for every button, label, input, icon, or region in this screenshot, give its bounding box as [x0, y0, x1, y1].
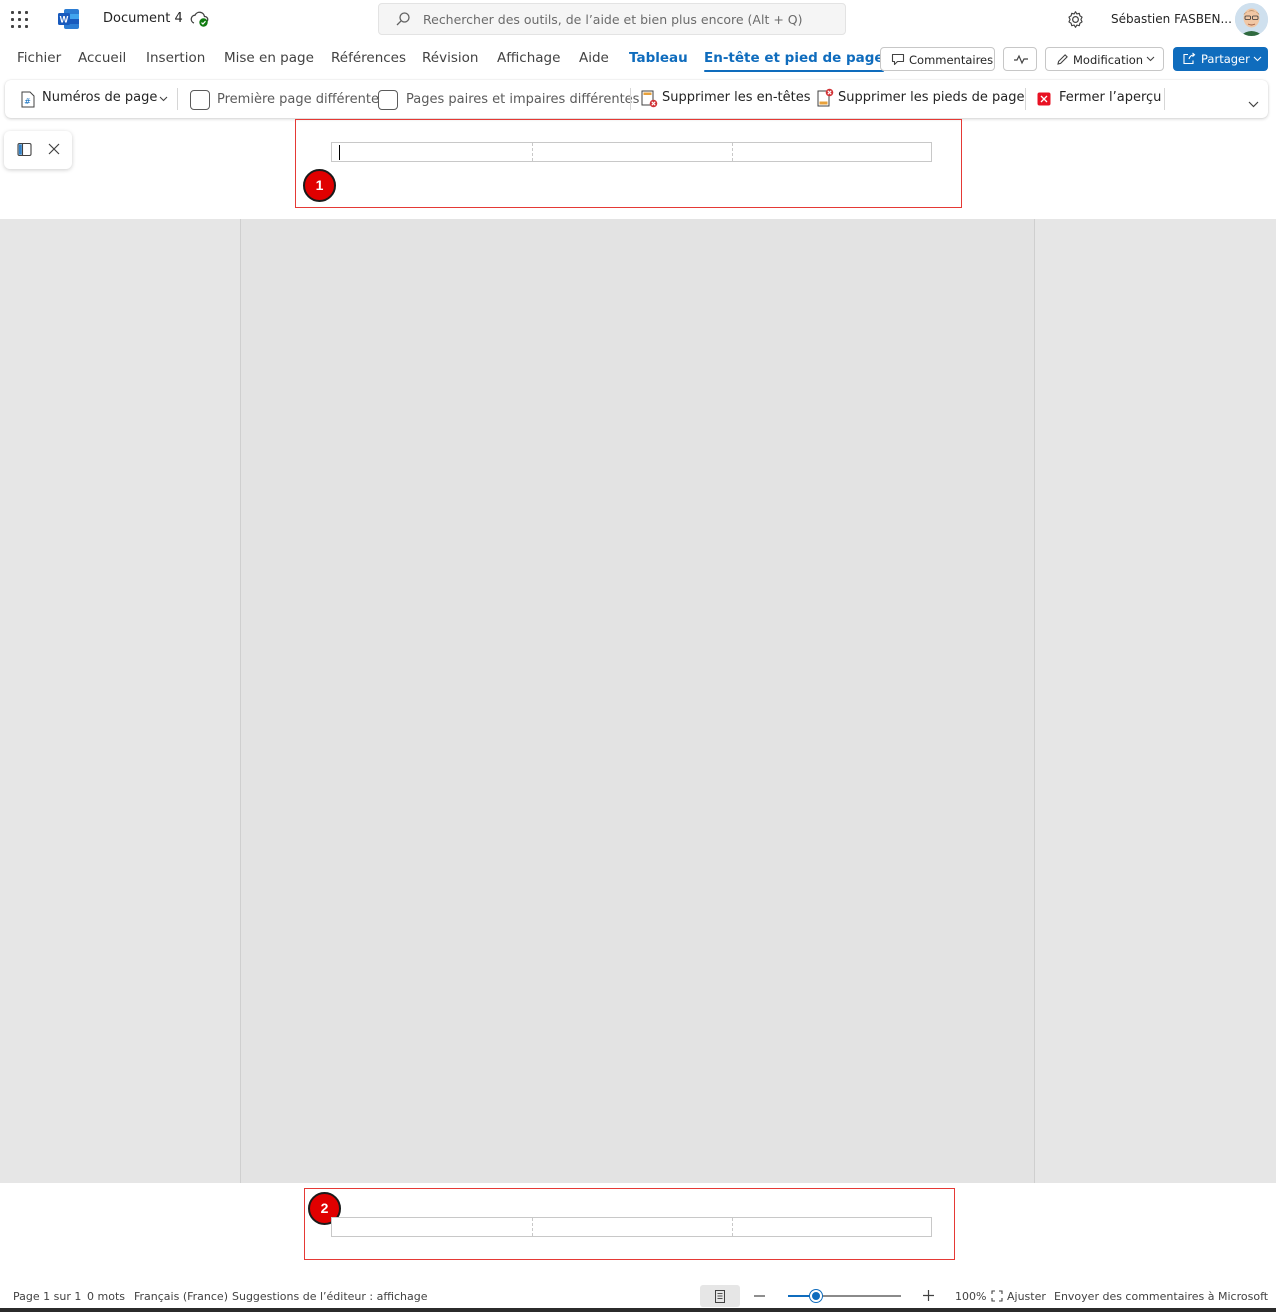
navigation-pane-icon[interactable]: [17, 142, 32, 157]
editor-suggestions[interactable]: Suggestions de l’éditeur : affichage: [232, 1290, 427, 1303]
tab-insertion[interactable]: Insertion: [146, 50, 205, 66]
header-annotation-badge: 1: [303, 169, 336, 202]
document-title[interactable]: Document 4: [103, 11, 183, 26]
zoom-slider-thumb[interactable]: [810, 1290, 822, 1302]
word-count[interactable]: 0 mots: [87, 1290, 125, 1303]
title-bar: W Document 4 Rechercher des outils, de l…: [0, 0, 1276, 40]
search-box[interactable]: Rechercher des outils, de l’aide et bien…: [378, 3, 846, 35]
pencil-icon: [1057, 54, 1068, 65]
comment-icon: [891, 53, 905, 66]
cloud-saved-icon[interactable]: [190, 10, 210, 28]
ribbon-separator: [630, 88, 631, 110]
editing-label: Modification: [1073, 53, 1144, 67]
remove-footers-label: Supprimer les pieds de page: [838, 90, 1025, 105]
settings-gear-icon[interactable]: [1066, 10, 1085, 29]
page-number-icon: #: [21, 91, 35, 108]
footer-table[interactable]: [331, 1217, 932, 1237]
fit-button[interactable]: Ajuster: [1007, 1290, 1046, 1303]
svg-text:#: #: [24, 97, 31, 106]
taskbar-strip: [0, 1308, 1276, 1312]
svg-text:W: W: [60, 15, 69, 25]
comments-label: Commentaires: [909, 53, 994, 67]
user-name[interactable]: Sébastien FASBEN...: [1111, 12, 1232, 26]
tab-header-footer[interactable]: En-tête et pied de page: [704, 50, 884, 72]
footer-cell-divider: [732, 1218, 733, 1236]
tab-references[interactable]: Références: [331, 50, 406, 66]
editing-mode-button[interactable]: Modification: [1045, 47, 1164, 71]
tab-tableau[interactable]: Tableau: [629, 50, 688, 66]
zoom-in-icon[interactable]: [923, 1290, 934, 1301]
share-label: Partager: [1201, 52, 1250, 66]
navigation-pane-toolbar: [4, 131, 72, 169]
status-bar: Page 1 sur 1 0 mots Français (France) Su…: [0, 1284, 1276, 1308]
first-page-different-label[interactable]: Première page différente: [217, 92, 379, 107]
chevron-down-icon: [1146, 56, 1155, 62]
print-layout-view-button[interactable]: [700, 1285, 740, 1307]
ribbon-separator: [177, 88, 178, 110]
expand-ribbon-chevron-icon[interactable]: [1248, 101, 1259, 108]
print-layout-icon: [715, 1290, 725, 1303]
remove-header-icon: [641, 90, 658, 108]
ribbon-separator: [1164, 88, 1165, 110]
first-page-different-checkbox[interactable]: [190, 90, 210, 110]
tab-affichage[interactable]: Affichage: [497, 50, 560, 66]
share-icon: [1183, 52, 1196, 65]
tab-revision[interactable]: Révision: [422, 50, 478, 66]
activity-icon: [1014, 54, 1028, 65]
avatar-portrait-icon: [1235, 3, 1268, 36]
tab-accueil[interactable]: Accueil: [78, 50, 126, 66]
odd-even-different-label[interactable]: Pages paires et impaires différentes: [406, 92, 639, 107]
document-page-body[interactable]: [240, 219, 1035, 1183]
page-numbers-button[interactable]: # Numéros de page: [17, 80, 172, 118]
header-footer-ribbon: # Numéros de page Première page différen…: [5, 80, 1268, 118]
zoom-slider[interactable]: [788, 1290, 901, 1302]
ribbon-separator: [1025, 88, 1026, 110]
tab-fichier[interactable]: Fichier: [17, 50, 61, 66]
close-preview-button[interactable]: Fermer l’aperçu: [1035, 80, 1162, 118]
tab-mise-en-page[interactable]: Mise en page: [224, 50, 314, 66]
tab-aide[interactable]: Aide: [579, 50, 609, 66]
zoom-percent[interactable]: 100%: [955, 1290, 986, 1303]
header-annotation-box: [295, 119, 962, 208]
fit-icon: [991, 1290, 1003, 1302]
page-numbers-chevron-icon: [159, 96, 168, 102]
close-preview-label: Fermer l’aperçu: [1059, 90, 1162, 105]
word-logo-icon[interactable]: W: [58, 9, 79, 29]
search-icon: [396, 12, 410, 26]
close-preview-icon: [1037, 92, 1051, 106]
remove-footers-button[interactable]: Supprimer les pieds de page: [815, 80, 1024, 118]
remove-headers-label: Supprimer les en-têtes: [662, 90, 811, 105]
footer-cell-divider: [532, 1218, 533, 1236]
page-numbers-label: Numéros de page: [42, 90, 158, 105]
feedback-link[interactable]: Envoyer des commentaires à Microsoft: [1054, 1290, 1268, 1303]
app-launcher-icon[interactable]: [11, 11, 29, 29]
close-icon[interactable]: [48, 143, 60, 155]
remove-headers-button[interactable]: Supprimer les en-têtes: [639, 80, 811, 118]
language-status[interactable]: Français (France): [134, 1290, 228, 1303]
catch-up-button[interactable]: [1003, 47, 1037, 71]
search-placeholder: Rechercher des outils, de l’aide et bien…: [423, 12, 803, 27]
user-avatar[interactable]: [1235, 3, 1268, 36]
odd-even-different-checkbox[interactable]: [378, 90, 398, 110]
share-button[interactable]: Partager: [1173, 47, 1268, 71]
remove-footer-icon: [817, 88, 834, 107]
page-count[interactable]: Page 1 sur 1: [13, 1290, 81, 1303]
zoom-out-icon[interactable]: [754, 1295, 765, 1297]
comments-button[interactable]: Commentaires: [880, 47, 995, 71]
share-chevron-down-icon: [1253, 56, 1262, 62]
